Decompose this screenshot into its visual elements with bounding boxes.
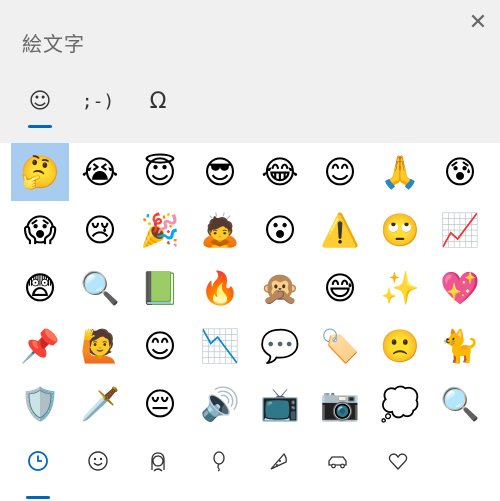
emoji-cell[interactable]: 😎 bbox=[191, 143, 249, 201]
emoji-cell[interactable]: 😨 bbox=[11, 259, 69, 317]
emoji-cell[interactable]: 🛡️ bbox=[11, 375, 69, 433]
emoji-cell[interactable]: ⚠️ bbox=[311, 201, 369, 259]
category-symbols[interactable] bbox=[378, 441, 418, 481]
emoji-cell[interactable]: 📉 bbox=[191, 317, 249, 375]
category-recent[interactable] bbox=[18, 441, 58, 499]
emoji-cell[interactable]: 😮 bbox=[251, 201, 309, 259]
tab-bar: ☺ ;-) Ω bbox=[0, 78, 500, 143]
emoji-cell[interactable]: 💬 bbox=[251, 317, 309, 375]
emoji-cell[interactable]: 🔊 bbox=[191, 375, 249, 433]
emoji-cell[interactable]: 📷 bbox=[311, 375, 369, 433]
emoji-cell[interactable]: 🙄 bbox=[371, 201, 429, 259]
smiley-tab-icon: ☺ bbox=[28, 89, 52, 114]
smiley-icon bbox=[88, 451, 108, 471]
emoji-cell[interactable]: 🙋 bbox=[71, 317, 129, 375]
emoji-grid: 🤔 😭 😇 😎 😂 😊 🙏 😰 😱 😢 🎉 🙇 😮 ⚠️ 🙄 📈 😨 🔍 📗 🔥 🙊 😅 ✨ 💖 📌 🙋 😊 📉 💬 🏷️ 🙁 🐈 🛡️ 🗡️ 😔 🔊… bbox=[10, 143, 490, 431]
emoji-cell[interactable]: 💖 bbox=[431, 259, 489, 317]
emoji-cell[interactable]: 😭 bbox=[71, 143, 129, 201]
emoji-cell[interactable]: 🙁 bbox=[371, 317, 429, 375]
category-travel[interactable] bbox=[318, 441, 358, 481]
close-icon[interactable]: ✕ bbox=[464, 8, 492, 36]
category-celebration[interactable] bbox=[198, 441, 238, 481]
tab-selected-indicator bbox=[28, 125, 52, 128]
tab-emoji[interactable]: ☺ bbox=[20, 78, 60, 128]
clock-icon bbox=[28, 451, 48, 471]
emoji-cell[interactable]: 😔 bbox=[131, 375, 189, 433]
tab-symbols[interactable]: Ω bbox=[138, 78, 178, 126]
emoji-cell[interactable]: 🔍 bbox=[71, 259, 129, 317]
emoji-cell[interactable]: 😢 bbox=[71, 201, 129, 259]
emoji-cell[interactable]: 💭 bbox=[371, 375, 429, 433]
emoji-cell[interactable]: ✨ bbox=[371, 259, 429, 317]
emoji-cell[interactable]: 🏷️ bbox=[311, 317, 369, 375]
emoji-cell[interactable]: 😊 bbox=[311, 143, 369, 201]
car-icon bbox=[328, 456, 347, 469]
emoji-cell[interactable]: 📺 bbox=[251, 375, 309, 433]
emoji-cell[interactable]: 🗡️ bbox=[71, 375, 129, 433]
panel-title: 絵文字 bbox=[22, 32, 85, 56]
emoji-cell[interactable]: 🙇 bbox=[191, 201, 249, 259]
emoji-cell[interactable]: 🔍 bbox=[431, 375, 489, 433]
emoji-cell[interactable]: 🐈 bbox=[431, 317, 489, 375]
emoji-cell[interactable]: 🤔 bbox=[11, 143, 69, 201]
emoji-cell[interactable]: 📗 bbox=[131, 259, 189, 317]
kaomoji-tab-icon: ;-) bbox=[81, 91, 115, 112]
emoji-cell[interactable]: 🎉 bbox=[131, 201, 189, 259]
emoji-cell[interactable]: 🙏 bbox=[371, 143, 429, 201]
emoji-cell[interactable]: 📌 bbox=[11, 317, 69, 375]
category-people[interactable] bbox=[138, 441, 178, 481]
category-selected-indicator bbox=[26, 496, 50, 499]
category-bar bbox=[0, 431, 500, 501]
emoji-cell[interactable]: 📈 bbox=[431, 201, 489, 259]
category-smileys[interactable] bbox=[78, 441, 118, 481]
pizza-icon bbox=[270, 452, 287, 470]
emoji-cell[interactable]: 😅 bbox=[311, 259, 369, 317]
person-icon bbox=[151, 452, 165, 472]
emoji-cell[interactable]: 🔥 bbox=[191, 259, 249, 317]
heart-icon bbox=[388, 453, 408, 470]
balloon-icon bbox=[213, 451, 225, 472]
emoji-cell[interactable]: 🙊 bbox=[251, 259, 309, 317]
emoji-cell[interactable]: 😂 bbox=[251, 143, 309, 201]
category-food[interactable] bbox=[258, 441, 298, 481]
emoji-cell[interactable]: 😰 bbox=[431, 143, 489, 201]
panel-header: 絵文字 ✕ ☺ ;-) Ω bbox=[0, 0, 500, 143]
emoji-cell[interactable]: 😇 bbox=[131, 143, 189, 201]
emoji-cell[interactable]: 😊 bbox=[131, 317, 189, 375]
omega-tab-icon: Ω bbox=[149, 89, 167, 114]
tab-kaomoji[interactable]: ;-) bbox=[78, 78, 118, 126]
emoji-cell[interactable]: 😱 bbox=[11, 201, 69, 259]
